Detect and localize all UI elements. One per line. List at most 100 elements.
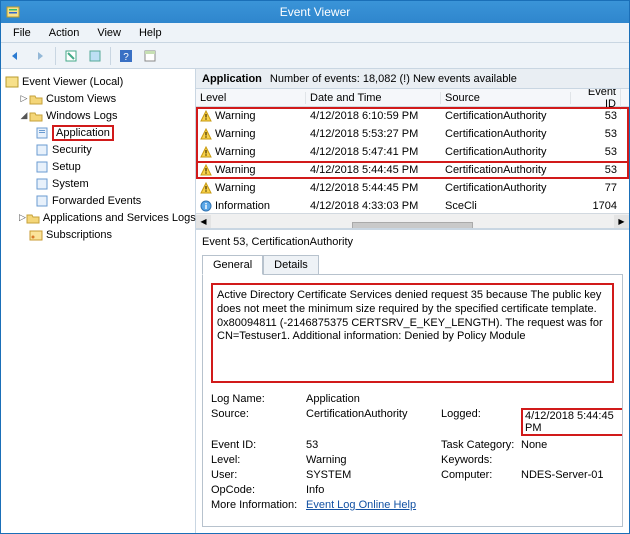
tree-label: Setup xyxy=(52,161,81,173)
list-header[interactable]: Level Date and Time Source Event ID xyxy=(196,89,629,107)
svg-text:?: ? xyxy=(123,52,129,63)
log-icon xyxy=(35,177,49,191)
forward-button[interactable] xyxy=(29,45,51,67)
app-icon xyxy=(5,4,21,20)
taskcat-value: None xyxy=(521,439,623,451)
logname-label: Log Name: xyxy=(211,393,306,405)
tree-item-windows-logs[interactable]: ◢ Windows Logs xyxy=(3,107,193,124)
tree-item-setup[interactable]: Setup xyxy=(3,158,193,175)
expander-icon[interactable]: ◢ xyxy=(19,110,29,121)
toolbar: ? xyxy=(1,43,629,69)
tree-root[interactable]: Event Viewer (Local) xyxy=(3,73,193,90)
id-text: 1704 xyxy=(571,200,621,212)
event-row[interactable]: Warning4/12/2018 5:44:45 PMCertification… xyxy=(196,179,629,197)
menu-view[interactable]: View xyxy=(89,25,129,41)
moreinfo-label: More Information: xyxy=(211,499,306,511)
panel-title: Application xyxy=(202,73,262,85)
tab-details[interactable]: Details xyxy=(263,255,319,275)
expander-icon[interactable]: ▷ xyxy=(19,212,26,223)
folder-icon xyxy=(29,92,43,106)
taskcat-label: Task Category: xyxy=(441,439,521,451)
tree-item-security[interactable]: Security xyxy=(3,141,193,158)
keywords-label: Keywords: xyxy=(441,454,521,466)
level-text: Warning xyxy=(215,128,256,140)
tree-item-app-services-logs[interactable]: ▷ Applications and Services Logs xyxy=(3,209,193,226)
source-text: CertificationAuthority xyxy=(441,164,571,176)
log-icon xyxy=(35,194,49,208)
folder-icon xyxy=(26,211,40,225)
tree-label: Subscriptions xyxy=(46,229,112,241)
tree-label: Application xyxy=(56,127,110,139)
tree-item-system[interactable]: System xyxy=(3,175,193,192)
warning-icon xyxy=(200,164,212,176)
date-text: 4/12/2018 5:44:45 PM xyxy=(306,164,441,176)
event-list[interactable]: Level Date and Time Source Event ID Warn… xyxy=(196,89,629,228)
level-text: Warning xyxy=(215,146,256,158)
event-row[interactable]: Warning 4/12/2018 5:47:41 PMCertification… xyxy=(196,143,629,161)
scroll-thumb[interactable] xyxy=(352,222,473,228)
moreinfo-value[interactable]: Event Log Online Help xyxy=(306,499,441,511)
date-text: 4/12/2018 4:33:03 PM xyxy=(306,200,441,212)
eventid-label: Event ID: xyxy=(211,439,306,451)
tree-item-subscriptions[interactable]: ▷ Subscriptions xyxy=(3,226,193,243)
event-properties: Log Name: Application Source: Certificat… xyxy=(211,393,614,511)
col-source[interactable]: Source xyxy=(441,92,571,104)
titlebar: Event Viewer xyxy=(1,1,629,23)
menu-file[interactable]: File xyxy=(5,25,39,41)
scroll-right-icon[interactable]: ▶ xyxy=(614,215,629,228)
log-icon xyxy=(35,160,49,174)
date-text: 4/12/2018 5:44:45 PM xyxy=(306,182,441,194)
tree-item-custom-views[interactable]: ▷ Custom Views xyxy=(3,90,193,107)
col-date[interactable]: Date and Time xyxy=(306,92,441,104)
logged-value: 4/12/2018 5:44:45 PM xyxy=(521,408,623,436)
navigation-tree[interactable]: Event Viewer (Local) ▷ Custom Views ◢ Wi… xyxy=(1,69,196,533)
menu-help[interactable]: Help xyxy=(131,25,170,41)
col-level[interactable]: Level xyxy=(196,92,306,104)
warning-icon xyxy=(200,128,212,140)
tab-general[interactable]: General xyxy=(202,255,263,275)
logged-label: Logged: xyxy=(441,408,521,436)
id-text: 53 xyxy=(571,164,621,176)
event-row[interactable]: Warning4/12/2018 5:53:27 PMCertification… xyxy=(196,125,629,143)
source-text: SceCli xyxy=(441,200,571,212)
event-row[interactable]: Warning4/12/2018 6:10:59 PMCertification… xyxy=(196,107,629,125)
warning-icon xyxy=(200,110,212,122)
keywords-value xyxy=(521,454,623,466)
date-text: 4/12/2018 5:53:27 PM xyxy=(306,128,441,140)
eventid-value: 53 xyxy=(306,439,441,451)
level-text: Warning xyxy=(215,164,256,176)
refresh-button[interactable] xyxy=(60,45,82,67)
detail-tabs: General Details xyxy=(202,254,623,274)
user-label: User: xyxy=(211,469,306,481)
id-text: 53 xyxy=(571,146,621,158)
tree-item-application[interactable]: Application xyxy=(3,124,193,141)
folder-icon xyxy=(29,109,43,123)
tree-item-forwarded[interactable]: Forwarded Events xyxy=(3,192,193,209)
h-scrollbar[interactable]: ◀ ▶ xyxy=(196,213,629,228)
back-button[interactable] xyxy=(5,45,27,67)
tree-label: Windows Logs xyxy=(46,110,118,122)
tree-label: System xyxy=(52,178,89,190)
event-row[interactable]: Warning 4/12/2018 5:44:45 PMCertification… xyxy=(196,161,629,179)
properties-button[interactable] xyxy=(84,45,106,67)
pane-button[interactable] xyxy=(139,45,161,67)
info-icon xyxy=(200,200,212,212)
menu-action[interactable]: Action xyxy=(41,25,88,41)
user-value: SYSTEM xyxy=(306,469,441,481)
tree-label: Forwarded Events xyxy=(52,195,141,207)
computer-label: Computer: xyxy=(441,469,521,481)
col-eventid[interactable]: Event ID xyxy=(571,89,621,110)
expander-icon[interactable]: ▷ xyxy=(19,93,29,104)
opcode-value: Info xyxy=(306,484,441,496)
scroll-left-icon[interactable]: ◀ xyxy=(196,215,211,228)
id-text: 53 xyxy=(571,110,621,122)
level-value: Warning xyxy=(306,454,441,466)
event-message: Active Directory Certificate Services de… xyxy=(211,283,614,383)
source-text: CertificationAuthority xyxy=(441,146,571,158)
detail-heading: Event 53, CertificationAuthority xyxy=(202,236,623,248)
help-button[interactable]: ? xyxy=(115,45,137,67)
source-text: CertificationAuthority xyxy=(441,110,571,122)
detail-pane: Event 53, CertificationAuthority General… xyxy=(196,228,629,533)
date-text: 4/12/2018 5:47:41 PM xyxy=(306,146,441,158)
panel-header: Application Number of events: 18,082 (!)… xyxy=(196,69,629,89)
